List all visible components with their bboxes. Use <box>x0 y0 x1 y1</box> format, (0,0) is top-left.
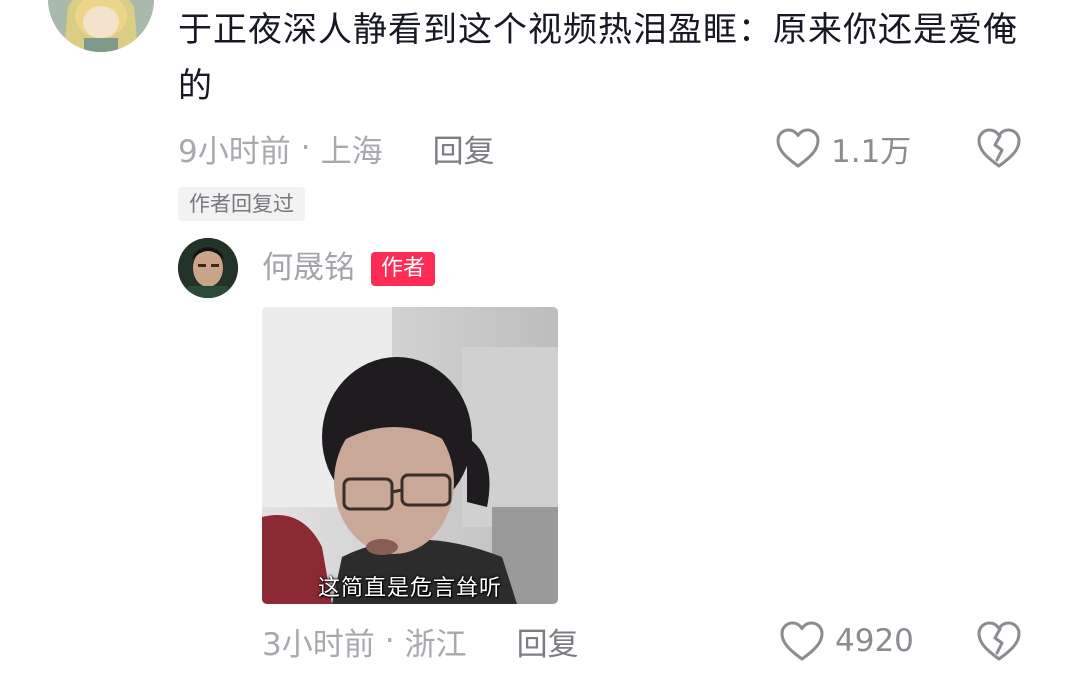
comment-time: 9小时前 <box>178 133 291 170</box>
meta-separator: · <box>300 130 311 166</box>
comment-meta: 9小时前 · 上海 回复 <box>178 124 495 172</box>
comment-text: 于正夜深人静看到这个视频热泪盈眶：原来你还是爱俺的 <box>178 10 1018 106</box>
broken-heart-icon[interactable] <box>976 127 1022 169</box>
comment-thread: 于正夜深人静看到这个视频热泪盈眶：原来你还是爱俺的 9小时前 · 上海 回复 1… <box>0 0 1080 678</box>
reply-button[interactable]: 回复 <box>433 126 495 171</box>
reply-sticker-image[interactable]: 这简直是危言耸听 <box>262 307 558 604</box>
reply-username[interactable]: 何晟铭 <box>262 246 355 290</box>
reply-avatar[interactable] <box>178 238 238 298</box>
broken-heart-icon[interactable] <box>976 620 1022 662</box>
reply-meta: 3小时前 · 浙江 回复 <box>262 617 579 665</box>
reply-like-button[interactable]: 4920 <box>779 617 914 665</box>
heart-outline-icon <box>776 128 820 168</box>
heart-outline-icon <box>780 621 824 661</box>
sticker-caption: 这简直是危言耸听 <box>317 576 502 601</box>
reply-like-count: 4920 <box>835 623 914 659</box>
reply-time: 3小时前 <box>262 626 375 663</box>
author-badge: 作者 <box>371 252 436 286</box>
commenter-avatar[interactable] <box>48 0 154 52</box>
comment-like-button[interactable]: 1.1万 <box>775 124 911 172</box>
avatar-photo <box>178 238 238 298</box>
reply-location: 浙江 <box>404 626 467 663</box>
sticker-photo <box>262 307 558 604</box>
author-replied-tag: 作者回复过 <box>178 187 305 221</box>
reply-reply-button[interactable]: 回复 <box>517 619 579 664</box>
comment-like-count: 1.1万 <box>831 133 912 170</box>
comment-location: 上海 <box>320 133 383 170</box>
avatar-illustration <box>48 0 154 52</box>
meta-separator: · <box>384 623 395 659</box>
